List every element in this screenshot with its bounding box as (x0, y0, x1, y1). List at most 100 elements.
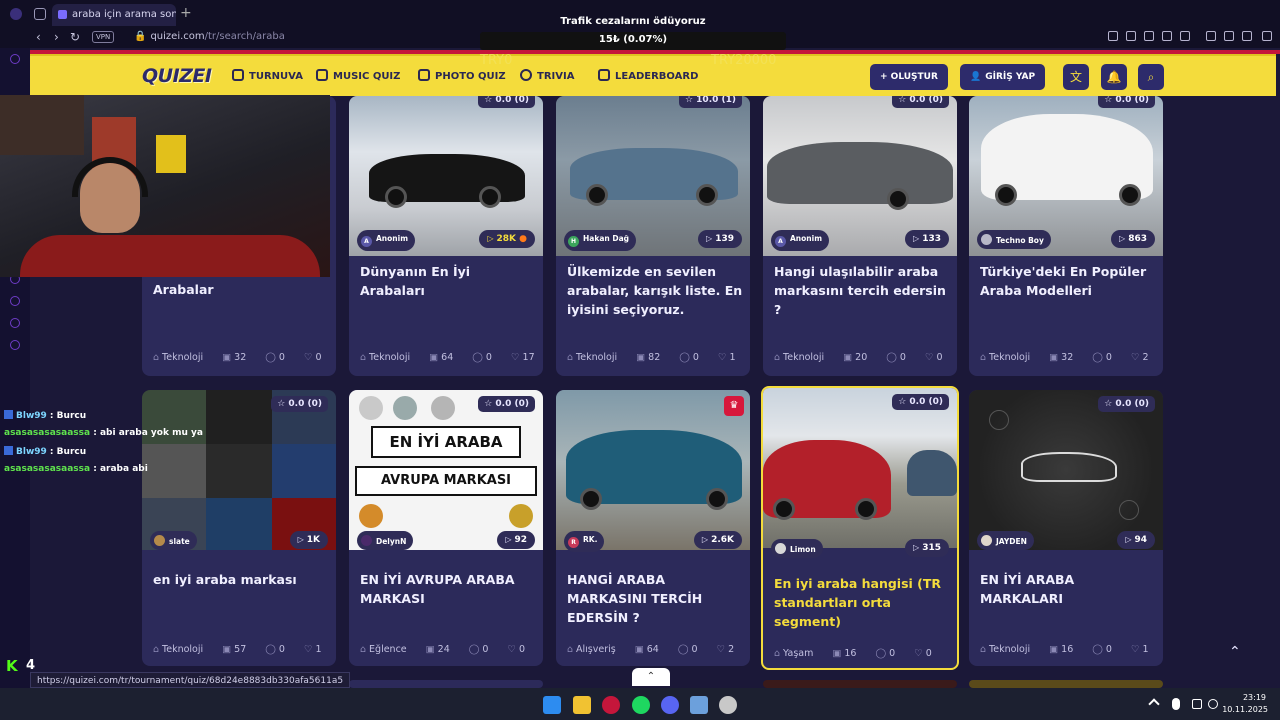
author-chip[interactable]: H Hakan Dağ (564, 230, 636, 251)
quiz-title: EN İYİ AVRUPA ARABA MARKASI (360, 572, 515, 606)
logo-tile (206, 390, 272, 444)
badge-icon (4, 410, 13, 419)
screenshot-icon[interactable] (1126, 31, 1136, 41)
quiz-like-count: 0 (925, 648, 932, 659)
tab-search-results[interactable]: araba için arama sonuçları (52, 4, 176, 26)
extensions-icon[interactable] (1206, 31, 1216, 41)
spotify-icon[interactable] (632, 696, 650, 714)
start-icon[interactable] (543, 696, 561, 714)
app-icon[interactable] (690, 696, 708, 714)
scroll-to-top-button[interactable]: ⌃ (1229, 644, 1241, 660)
plays-count: 2.6K (711, 535, 734, 545)
nav-label: TRIVIA (537, 71, 575, 82)
quiz-card[interactable]: ☆ 0.0 (0) Techno Boy ▷ 863 Türkiye'deki E… (969, 96, 1163, 376)
site-logo[interactable]: QUIZEI (142, 65, 212, 87)
vpn-badge[interactable]: VPN (92, 31, 115, 43)
discord-icon[interactable] (661, 696, 679, 714)
quiz-card[interactable]: ♛ R RK. ▷ 2.6K HANGİ ARABA MARKASINI TERCİ… (556, 390, 750, 666)
play-icon: ▷ (1125, 535, 1132, 544)
sidebar-history-icon[interactable] (10, 296, 20, 306)
settings-icon[interactable] (719, 696, 737, 714)
sidebar-settings-icon[interactable] (10, 340, 20, 350)
author-chip[interactable]: slate (150, 531, 197, 550)
sidebar-download-icon[interactable] (10, 318, 20, 328)
quiz-meta: ⌂ Yaşam ▣ 16 ◯ 0 ♡ 0 (774, 648, 948, 659)
comment-icon: ◯ (679, 352, 690, 363)
wallet-icon[interactable] (1224, 31, 1234, 41)
sidebar-toggle-icon[interactable] (34, 8, 46, 20)
heart-icon[interactable] (1180, 31, 1190, 41)
avatar: A (361, 236, 372, 247)
comment-icon: ◯ (265, 644, 276, 655)
play-icon[interactable] (1162, 31, 1172, 41)
quiz-comment-count: 0 (899, 352, 906, 363)
author-chip[interactable]: Limon (771, 539, 823, 558)
login-button[interactable]: 👤 GİRİŞ YAP (960, 64, 1046, 90)
brand-logo (989, 410, 1009, 430)
quiz-thumbnail (142, 390, 336, 550)
chat-message: Blw99 : Burcu (4, 410, 86, 421)
author-chip[interactable]: DelynN (357, 531, 414, 550)
browser-logo-icon[interactable] (10, 8, 22, 20)
quiz-card[interactable]: ☆ 0.0 (0) A Anonim ▷ 133 Hangi ulaşılabili… (763, 96, 957, 376)
bell-icon[interactable]: 🔔 (1101, 64, 1127, 90)
bookmark-icon[interactable] (1108, 31, 1118, 41)
rating-badge: ☆ 0.0 (0) (478, 396, 535, 412)
quiz-card-partial[interactable] (969, 680, 1163, 688)
url-field[interactable]: 🔒 quizei.com/tr/search/araba (134, 31, 285, 42)
microphone-icon[interactable] (1172, 698, 1180, 710)
plays-count: 92 (514, 535, 527, 545)
quiz-card[interactable]: ☆ 0.0 (0) A Anonim ▷ 28K ● Dünyanın En İyi… (349, 96, 543, 376)
download-icon[interactable] (1242, 31, 1252, 41)
star-icon: ☆ (684, 96, 694, 105)
reload-icon[interactable]: ↻ (70, 30, 80, 44)
chat-message: asasasasasaassa : abi araba yok mu ya (4, 428, 203, 438)
rating-badge: ☆ 0.0 (0) (892, 96, 949, 108)
quiz-card[interactable]: ☆ 10.0 (1) H Hakan Dağ ▷ 139 Ülkemizde en … (556, 96, 750, 376)
star-icon: ☆ (898, 397, 907, 407)
quiz-card[interactable]: ☆ 0.0 (0) JAYDEN ▷ 94 EN İYİ ARABA MARKAL… (969, 390, 1163, 666)
file-explorer-icon[interactable] (573, 696, 591, 714)
plays-count: 133 (922, 234, 941, 244)
network-icon[interactable] (1192, 699, 1202, 709)
quiz-title: EN İYİ ARABA MARKALARI (980, 572, 1075, 606)
new-tab-button[interactable]: + (180, 5, 192, 21)
nav-trivia[interactable]: TRIVIA (520, 69, 574, 82)
webcam-overlay (0, 95, 330, 277)
goal-start-label: TRY0 (480, 53, 513, 68)
author-chip[interactable]: R RK. (564, 531, 605, 552)
author-chip[interactable]: Techno Boy (977, 230, 1051, 249)
shield-icon[interactable] (1144, 31, 1154, 41)
quiz-comment-count: 0 (278, 352, 285, 363)
quiz-card-partial[interactable] (763, 680, 957, 688)
wheel (995, 184, 1017, 206)
quiz-title: HANGİ ARABA MARKASINI TERCİH EDERSİN ? (567, 572, 703, 625)
nav-music-quiz[interactable]: MUSIC QUIZ (316, 69, 400, 82)
author-chip[interactable]: A Anonim (771, 230, 830, 251)
author-chip[interactable]: A Anonim (357, 230, 416, 251)
chat-user: Blw99 (16, 411, 47, 421)
opera-gx-icon[interactable] (602, 696, 620, 714)
menu-icon[interactable] (1262, 31, 1272, 41)
create-button[interactable]: + OLUŞTUR (870, 64, 948, 90)
quiz-title: En iyi araba hangisi (TR standartları or… (774, 576, 942, 629)
url-host: quizei.com (150, 31, 205, 42)
quiz-card-partial[interactable] (349, 680, 543, 688)
quiz-card-hovered[interactable]: ☆ 0.0 (0) Limon ▷ 315 En iyi araba hangis… (761, 386, 959, 670)
nav-leaderboard[interactable]: LEADERBOARD (598, 69, 698, 82)
like-icon: ♡ (511, 352, 520, 363)
nav-turnuva[interactable]: TURNUVA (232, 69, 303, 82)
chat-user: asasasasasaassa (4, 428, 91, 438)
nav-photo-quiz[interactable]: PHOTO QUIZ (418, 69, 506, 82)
author-chip[interactable]: JAYDEN (977, 531, 1034, 550)
forward-icon[interactable]: › (54, 30, 59, 44)
language-icon[interactable]: 文 (1063, 64, 1089, 90)
clock-time[interactable]: 23:19 (1243, 693, 1266, 702)
quiz-card[interactable]: EN İYİ ARABA AVRUPA MARKASI ☆ 0.0 (0) De… (349, 390, 543, 666)
volume-icon[interactable] (1208, 699, 1218, 709)
back-icon[interactable]: ‹ (36, 30, 41, 44)
clock-date[interactable]: 10.11.2025 (1222, 705, 1268, 714)
sidebar-app-icon[interactable] (10, 54, 20, 64)
search-icon[interactable]: ⌕ (1138, 64, 1164, 90)
chevron-up-icon[interactable]: ⌃ (632, 668, 670, 686)
